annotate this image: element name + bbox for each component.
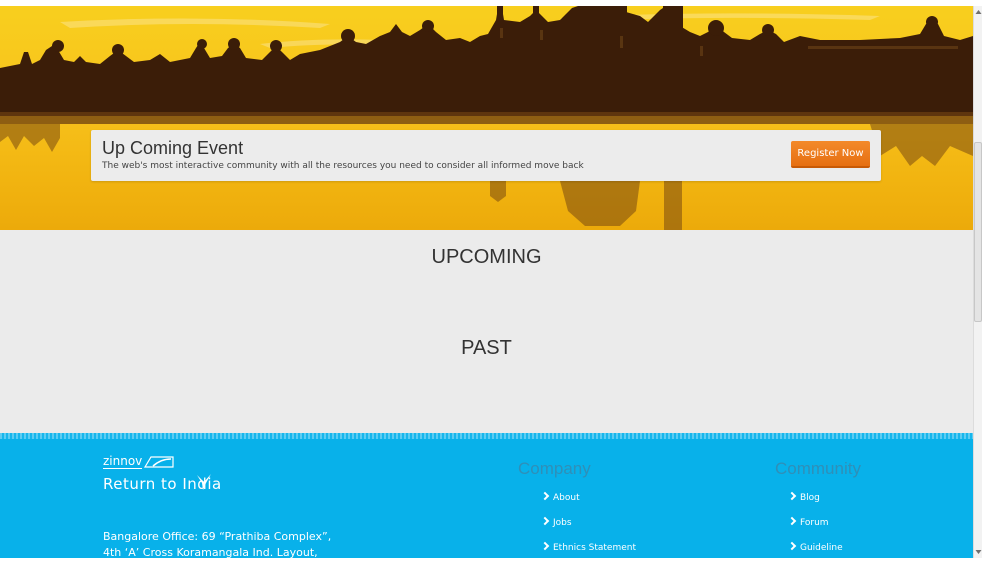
office-address: Bangalore Office: 69 “Prathiba Complex”,…: [103, 529, 331, 558]
community-heading: Community: [775, 459, 861, 478]
footer-link-jobs[interactable]: Jobs: [540, 516, 636, 543]
company-links: About Jobs Ethnics Statement: [540, 491, 636, 558]
footer: zinnov Return to India Bangalore Office:…: [0, 433, 973, 558]
chevron-right-icon: [540, 541, 550, 551]
event-description: The web's most interactive community wit…: [102, 161, 584, 171]
upcoming-event-card: Up Coming Event The web's most interacti…: [91, 130, 881, 181]
footer-link-forum[interactable]: Forum: [787, 516, 843, 543]
link-label: Jobs: [553, 518, 572, 528]
address-line: 4th ‘A’ Cross Koramangala Ind. Layout,: [103, 546, 318, 558]
company-heading: Company: [518, 459, 591, 478]
event-title: Up Coming Event: [102, 138, 244, 158]
footer-link-blog[interactable]: Blog: [787, 491, 843, 518]
chevron-right-icon: [787, 541, 797, 551]
scrollbar-thumb[interactable]: [974, 142, 982, 322]
register-now-button[interactable]: Register Now: [791, 141, 870, 168]
community-links: Blog Forum Guideline: [787, 491, 843, 558]
chevron-right-icon: [540, 516, 550, 526]
chevron-right-icon: [787, 516, 797, 526]
arrow-up-icon[interactable]: [975, 8, 982, 16]
vertical-scrollbar[interactable]: [973, 6, 982, 558]
brand-logo[interactable]: zinnov: [103, 455, 143, 469]
footer-divider: [0, 433, 973, 439]
link-label: Blog: [800, 493, 820, 503]
footer-link-guideline[interactable]: Guideline: [787, 541, 843, 558]
arrow-down-icon[interactable]: [975, 548, 982, 556]
link-label: Forum: [800, 518, 829, 528]
bird-icon: [197, 474, 211, 490]
skyline-illustration: [0, 6, 973, 230]
address-line: Bangalore Office: 69 “Prathiba Complex”,: [103, 530, 332, 543]
link-label: About: [553, 493, 580, 503]
swoosh-icon: [143, 456, 174, 468]
upcoming-heading: UPCOMING: [431, 246, 542, 268]
footer-link-about[interactable]: About: [540, 491, 636, 518]
footer-link-ethnics-statement[interactable]: Ethnics Statement: [540, 541, 636, 558]
events-section: UPCOMING PAST: [0, 230, 973, 433]
chevron-right-icon: [787, 491, 797, 501]
past-heading: PAST: [461, 337, 512, 359]
page: Up Coming Event The web's most interacti…: [0, 6, 973, 558]
chevron-right-icon: [540, 491, 550, 501]
link-label: Guideline: [800, 543, 843, 553]
link-label: Ethnics Statement: [553, 543, 636, 553]
hero-banner: Up Coming Event The web's most interacti…: [0, 6, 973, 230]
